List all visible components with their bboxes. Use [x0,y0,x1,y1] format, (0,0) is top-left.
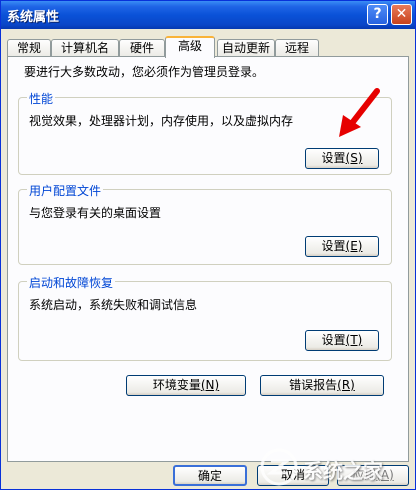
title-bar[interactable]: 系统属性 ? ✕ [1,1,415,29]
tab-hardware[interactable]: 硬件 [119,39,165,56]
tab-general[interactable]: 常规 [7,39,51,56]
watermark-logo-icon [260,448,298,486]
performance-settings-button[interactable]: 设置(S) [305,148,379,169]
tab-computer-name[interactable]: 计算机名 [51,39,119,56]
error-reporting-label: 错误报告 [289,378,338,392]
user-profiles-title: 用户配置文件 [27,182,104,199]
error-reporting-hotkey: (R) [337,378,355,392]
red-arrow-icon [339,88,380,137]
user-profiles-hotkey: (E) [345,239,363,253]
admin-note: 要进行大多数改动，您必须作为管理员登录。 [24,65,265,79]
help-button[interactable]: ? [367,4,388,25]
user-profiles-desc: 与您登录有关的桌面设置 [29,206,162,220]
error-reporting-button[interactable]: 错误报告(R) [260,375,384,396]
environment-variables-label: 环境变量 [152,378,201,392]
user-profiles-settings-label: 设置 [321,239,346,253]
ok-button[interactable]: 确定 [173,465,247,486]
tab-advanced[interactable]: 高级 [165,36,215,58]
environment-variables-hotkey: (N) [200,378,220,392]
startup-recovery-desc: 系统启动，系统失败和调试信息 [29,298,198,312]
startup-recovery-hotkey: (T) [345,333,363,347]
startup-recovery-settings-label: 设置 [321,333,346,347]
watermark-text: 系统之家 [303,459,383,483]
user-profiles-settings-button[interactable]: 设置(E) [305,236,379,257]
performance-desc: 视觉效果，处理器计划，内存使用，以及虚拟内存 [29,114,294,128]
tab-remote[interactable]: 远程 [275,39,319,56]
window-title: 系统属性 [7,10,60,25]
performance-settings-label: 设置 [321,151,346,165]
close-button[interactable]: ✕ [391,4,412,25]
performance-title: 性能 [27,90,56,107]
user-profiles-group: 用户配置文件 与您登录有关的桌面设置 设置(E) [18,182,392,265]
watermark: 系统之家 [259,445,415,489]
environment-variables-button[interactable]: 环境变量(N) [126,375,246,396]
tab-automatic-updates[interactable]: 自动更新 [217,39,275,56]
startup-recovery-title: 启动和故障恢复 [27,274,116,291]
system-properties-window: 系统属性 ? ✕ 常规 计算机名 硬件 高级 自动更新 远程 要进行大多数改动，… [0,0,416,490]
performance-hotkey: (S) [345,151,363,165]
startup-recovery-settings-button[interactable]: 设置(T) [305,330,379,351]
performance-group: 性能 视觉效果，处理器计划，内存使用，以及虚拟内存 设置(S) [18,90,392,175]
startup-recovery-group: 启动和故障恢复 系统启动，系统失败和调试信息 设置(T) [18,274,392,361]
